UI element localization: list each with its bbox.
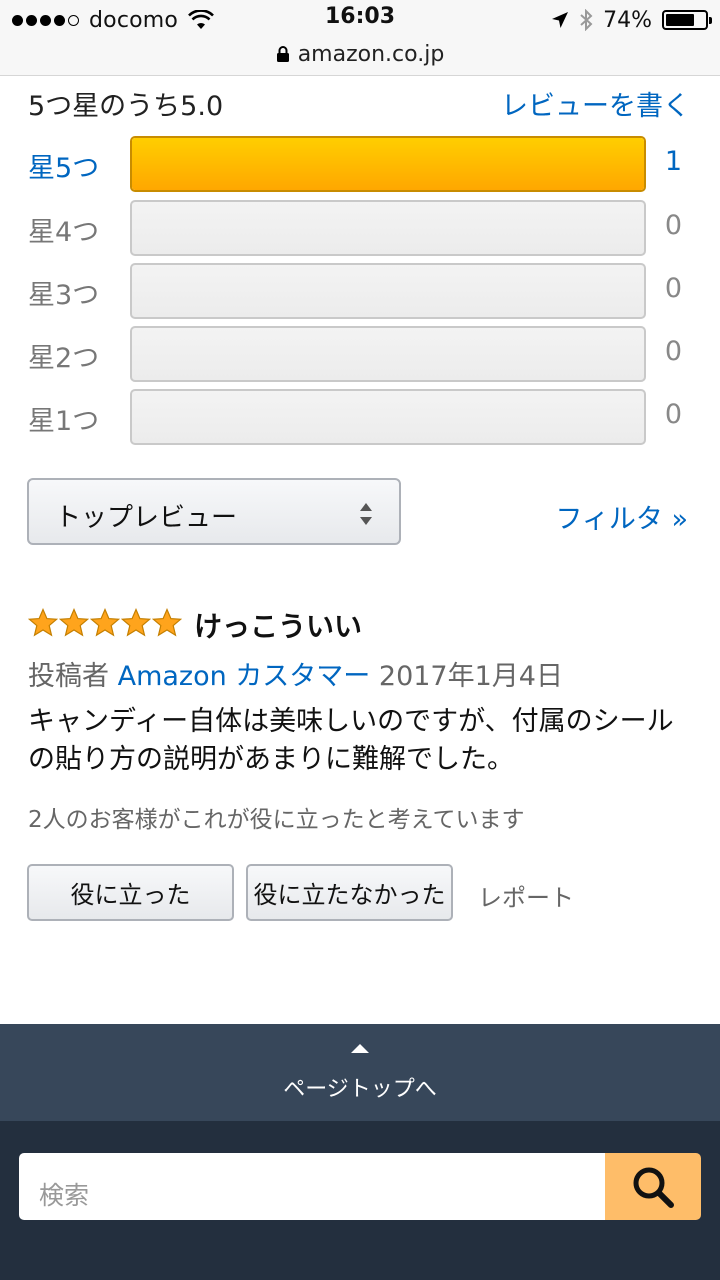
histogram-count[interactable]: 1 [665, 146, 682, 177]
lock-icon [276, 46, 289, 62]
search-button[interactable] [605, 1153, 701, 1220]
star-icon [28, 608, 58, 637]
histogram-row[interactable]: 星3つ 0 [28, 263, 692, 319]
helpful-button[interactable]: 役に立った [27, 864, 234, 921]
posted-by-label: 投稿者 [28, 661, 109, 692]
rating-header: 5つ星のうち5.0 レビューを書く [28, 84, 690, 123]
histogram-row[interactable]: 星4つ 0 [28, 200, 692, 256]
histogram-bar[interactable] [130, 326, 646, 382]
review-author-link[interactable]: Amazon カスタマー [118, 661, 371, 692]
histogram-bar[interactable] [130, 200, 646, 256]
status-bar: docomo 16:03 74% amazon.co.jp [0, 0, 720, 76]
star-icon [90, 608, 120, 637]
histogram-row[interactable]: 星1つ 0 [28, 389, 692, 445]
not-helpful-button[interactable]: 役に立たなかった [246, 864, 453, 921]
histogram-row[interactable]: 星5つ 1 [28, 136, 692, 192]
chevron-up-icon [351, 1044, 369, 1053]
battery-icon [662, 10, 712, 30]
battery-level [666, 14, 695, 26]
star-icon [121, 608, 151, 637]
search-icon [633, 1167, 674, 1208]
back-to-top-button[interactable]: ページトップへ [0, 1024, 720, 1121]
sort-arrows-icon [360, 503, 372, 525]
histogram-bar[interactable] [130, 136, 646, 192]
histogram-star-label[interactable]: 星5つ [28, 146, 99, 185]
histogram-star-label[interactable]: 星4つ [28, 210, 99, 249]
histogram-count[interactable]: 0 [665, 273, 682, 304]
star-icon [59, 608, 89, 637]
histogram-star-label[interactable]: 星2つ [28, 336, 99, 375]
back-to-top-label: ページトップへ [283, 1077, 437, 1102]
filter-link[interactable]: フィルタ » [555, 497, 688, 536]
review-meta: 投稿者 Amazon カスタマー 2017年1月4日 [28, 654, 563, 693]
histogram-bar[interactable] [130, 389, 646, 445]
bluetooth-icon [580, 9, 593, 31]
histogram-bar[interactable] [130, 263, 646, 319]
histogram-count[interactable]: 0 [665, 336, 682, 367]
sort-selected-value: トップレビュー [55, 503, 238, 533]
histogram-row[interactable]: 星2つ 0 [28, 326, 692, 382]
url-bar[interactable]: amazon.co.jp [0, 38, 720, 70]
location-arrow-icon [552, 12, 569, 28]
url-text: amazon.co.jp [297, 41, 445, 67]
histogram-count[interactable]: 0 [665, 210, 682, 241]
status-right: 74% [551, 6, 712, 34]
review-body: キャンディー自体は美味しいのですが、付属のシールの貼り方の説明があまりに難解でし… [28, 706, 674, 775]
review-star-rating [28, 608, 182, 638]
review-title[interactable]: けっこういい [194, 605, 362, 645]
battery-percent: 74% [603, 7, 652, 33]
write-review-link[interactable]: レビューを書く [501, 84, 690, 123]
search-input[interactable] [19, 1153, 606, 1220]
average-rating: 5つ星のうち5.0 [28, 91, 224, 122]
histogram-star-label[interactable]: 星3つ [28, 273, 99, 312]
star-icon [152, 608, 182, 637]
footer-search-bar [0, 1121, 720, 1280]
sort-dropdown[interactable]: トップレビュー [27, 478, 401, 545]
helpful-vote-count: 2人のお客様がこれが役に立ったと考えています [28, 807, 525, 833]
review-date: 2017年1月4日 [378, 661, 563, 692]
histogram-bar-fill [132, 138, 644, 190]
report-link[interactable]: レポート [478, 878, 574, 913]
histogram-count[interactable]: 0 [665, 399, 682, 430]
histogram-star-label[interactable]: 星1つ [28, 399, 99, 438]
